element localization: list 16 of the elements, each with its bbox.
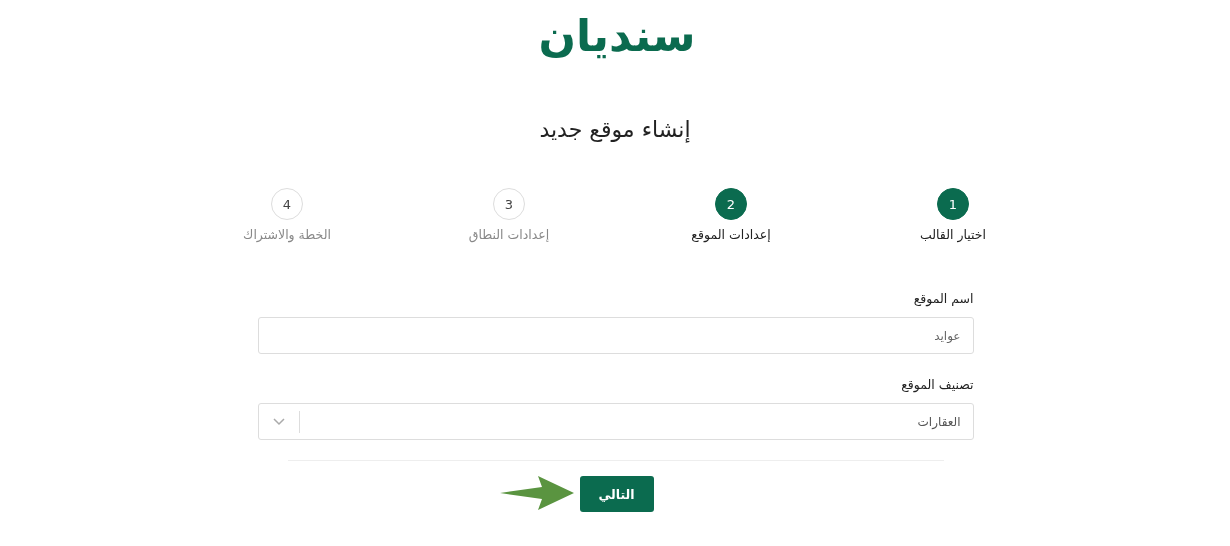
- step-label: الخطة والاشتراك: [243, 227, 331, 242]
- step-circle: 1: [937, 188, 969, 220]
- field-label: اسم الموقع: [913, 290, 974, 308]
- step-circle: 2: [715, 188, 747, 220]
- site-name-field[interactable]: عوايد: [257, 317, 974, 354]
- chevron-down-icon: [272, 417, 285, 426]
- next-button[interactable]: التالي: [579, 476, 654, 512]
- category-dropdown[interactable]: العقارات: [257, 403, 974, 440]
- field-label: تصنيف الموقع: [901, 376, 974, 394]
- step-label: اختيار القالب: [919, 227, 987, 242]
- step-circle: 3: [493, 188, 525, 220]
- page-title: إنشاء موقع جديد: [539, 116, 691, 145]
- logo: سنديان: [538, 9, 696, 63]
- step-label: إعدادات النطاق: [468, 227, 550, 242]
- step-label: إعدادات الموقع: [691, 227, 771, 242]
- step-circle: 4: [271, 188, 303, 220]
